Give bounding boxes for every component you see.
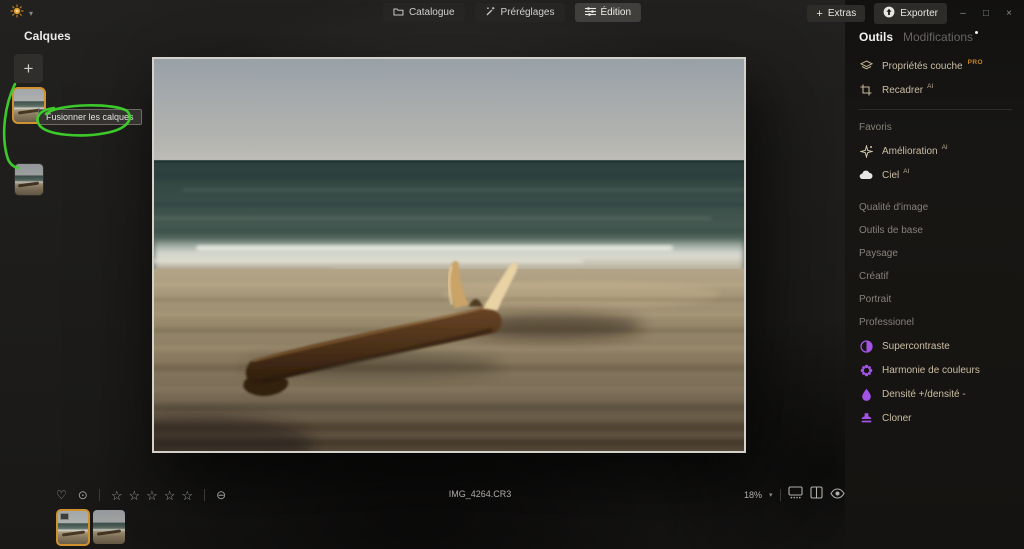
histogram-icon[interactable] [787,486,803,504]
tool-item-harmonie-de-couleurs[interactable]: Harmonie de couleurs [845,358,1024,382]
tab-label: Catalogue [408,7,455,18]
tab-catalogue[interactable]: Catalogue [382,3,465,22]
tool-item-cloner[interactable]: Cloner [845,406,1024,430]
export-icon [883,6,895,21]
star-icon[interactable]: ☆ [164,489,176,502]
export-button[interactable]: Exporter [874,3,947,24]
toolbar-divider [779,489,781,501]
toolbar-divider [98,489,100,501]
tool-label: Amélioration [882,145,938,157]
panel-divider [859,109,1012,110]
color-harmony-icon [859,364,873,377]
ai-superscript: AI [927,83,934,90]
tool-label: Recadrer [882,84,924,96]
extras-button[interactable]: + Extras [807,5,866,22]
tool-item-recadrer[interactable]: Recadrer AI [845,78,1024,102]
zoom-level[interactable]: 18% [744,490,762,500]
tab-label: Préréglages [500,7,555,18]
chevron-down-icon[interactable]: ▾ [769,491,773,499]
tool-item-supercontraste[interactable]: Supercontraste [845,334,1024,358]
layer-properties-icon [859,60,873,73]
tool-label: Supercontraste [882,340,950,352]
tab-edition[interactable]: Édition [574,3,642,22]
eye-icon[interactable] [829,486,845,504]
layer-thumbnail[interactable] [14,163,44,196]
tool-item-amelioration[interactable]: Amélioration AI [845,139,1024,163]
notification-dot [975,31,979,34]
tab-preregales[interactable]: Préréglages [474,3,565,22]
tool-item-densite[interactable]: Densité +/densité - [845,382,1024,406]
enhance-icon [859,144,873,158]
pro-badge: PRO [967,59,983,66]
mode-tabs: Catalogue Préréglages Édition [382,3,642,22]
tab-outils[interactable]: Outils [859,30,893,44]
filmstrip-thumbnail-selected[interactable] [56,509,90,546]
extras-label: Extras [827,8,857,19]
reject-icon[interactable]: ⊙ [78,489,88,501]
plus-icon: + [816,7,823,20]
tool-label: Densité +/densité - [882,388,966,400]
contrast-icon [859,339,873,353]
tool-label: Propriétés couche [882,60,963,72]
bottom-toolbar: ♡ ⊙ ☆ ☆ ☆ ☆ ☆ ⊖ [56,486,226,504]
section-outils-de-base[interactable]: Outils de base [845,219,1024,242]
section-favoris[interactable]: Favoris [845,116,1024,139]
ai-superscript: AI [941,144,948,151]
maximize-button[interactable]: □ [979,8,993,19]
app-logo-icon[interactable] [10,4,24,23]
chevron-down-icon[interactable]: ▾ [29,9,33,18]
photo-image [154,59,744,451]
tool-label: Harmonie de couleurs [882,364,980,376]
photo-canvas[interactable] [152,57,746,453]
section-portrait[interactable]: Portrait [845,288,1024,311]
filename-label: IMG_4264.CR3 [448,489,512,499]
section-creatif[interactable]: Créatif [845,265,1024,288]
section-paysage[interactable]: Paysage [845,242,1024,265]
no-label-icon[interactable]: ⊖ [216,489,226,501]
toolbar-divider [204,489,206,501]
star-icon[interactable]: ☆ [181,489,193,502]
dodge-burn-icon [859,388,873,401]
tab-label: Édition [600,7,632,18]
star-icon[interactable]: ☆ [111,489,123,502]
titlebar: ▾ Catalogue Préréglages Édition + Extras… [0,0,1024,24]
star-icon[interactable]: ☆ [146,489,158,502]
filmstrip [56,509,125,546]
crop-icon [859,84,873,97]
clone-stamp-icon [859,412,873,425]
tool-label: Cloner [882,412,912,424]
edited-badge-icon [60,513,69,520]
export-label: Exporter [900,8,938,19]
star-icon[interactable]: ☆ [128,489,140,502]
tab-modifications[interactable]: Modifications [903,30,973,44]
folder-icon [393,7,404,19]
luminar-app-window: ▾ Catalogue Préréglages Édition + Extras… [0,0,1024,549]
view-controls: 18% ▾ [744,486,845,504]
tool-item-proprietes-couche[interactable]: Propriétés couche PRO [845,54,1024,78]
tools-panel: Outils Modifications Propriétés couche P… [845,0,1024,549]
tool-item-ciel[interactable]: Ciel AI [845,163,1024,187]
layers-panel-title: Calques [24,29,71,43]
sliders-icon [584,6,596,19]
section-qualite-image[interactable]: Qualité d'image [845,196,1024,219]
minimize-button[interactable]: – [956,8,970,19]
ai-superscript: AI [903,168,910,175]
merge-layers-tooltip: Fusionner les calques [38,109,142,125]
add-layer-button[interactable]: + [14,54,43,83]
tool-label: Ciel [882,169,900,181]
cloud-icon [859,169,873,182]
compare-icon[interactable] [809,486,823,504]
section-professionel[interactable]: Professionel [845,311,1024,334]
star-rating: ☆ ☆ ☆ ☆ ☆ [111,489,193,502]
favorite-heart-icon[interactable]: ♡ [56,489,67,501]
wand-icon [485,6,496,19]
close-button[interactable]: × [1002,8,1016,19]
filmstrip-thumbnail[interactable] [93,510,125,544]
